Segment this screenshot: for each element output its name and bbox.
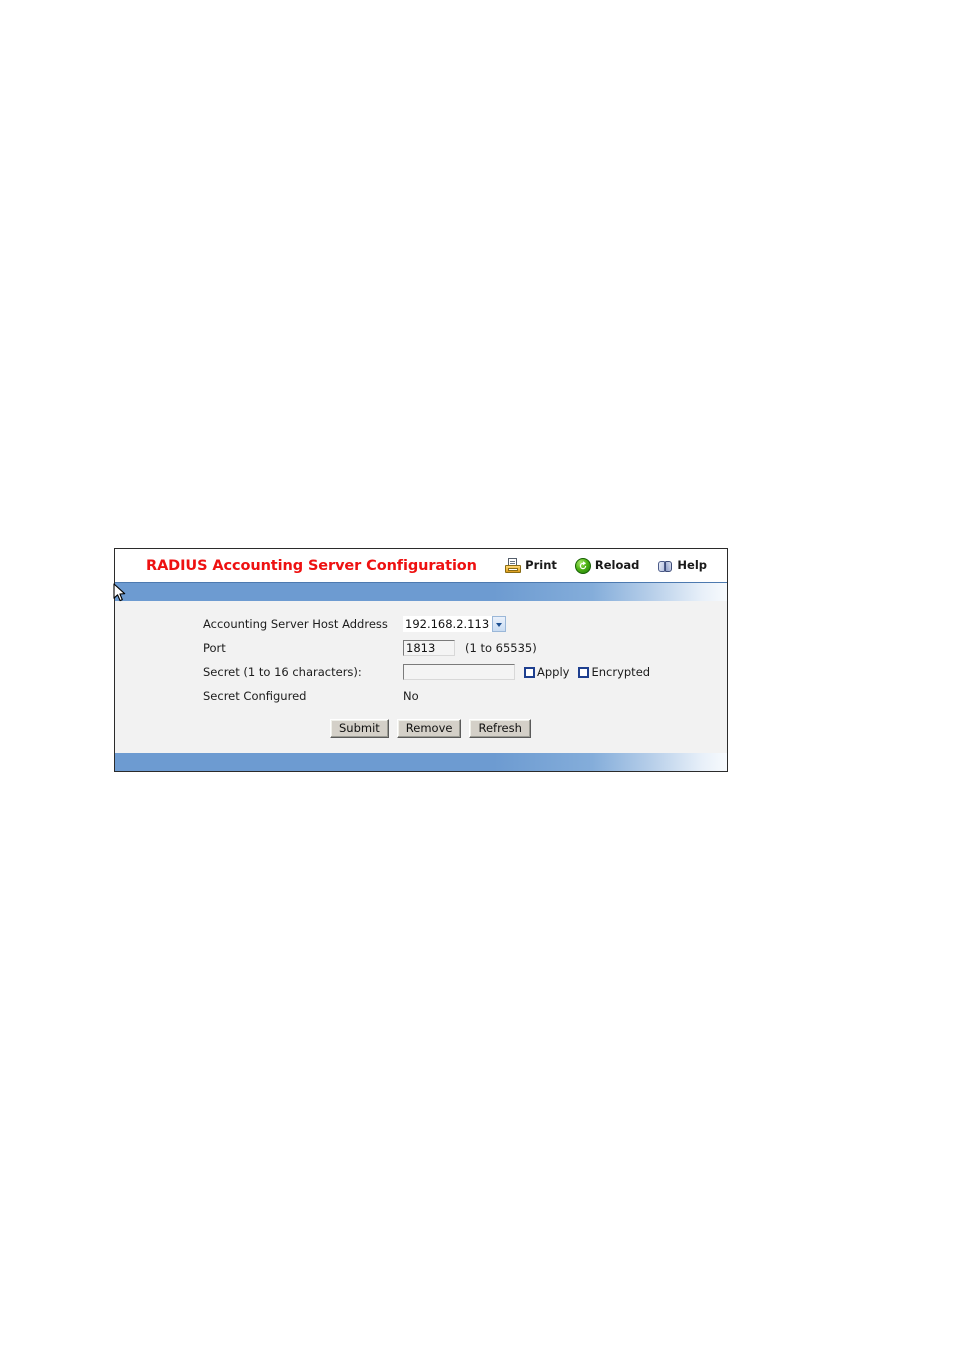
host-address-row: Accounting Server Host Address 192.168.2…	[203, 616, 507, 632]
submit-button[interactable]: Submit	[330, 719, 389, 738]
refresh-button[interactable]: Refresh	[469, 719, 531, 738]
remove-button[interactable]: Remove	[396, 719, 462, 738]
print-button-label: Print	[525, 557, 557, 572]
host-address-label: Accounting Server Host Address	[203, 617, 388, 631]
port-input[interactable]	[403, 640, 455, 656]
encrypted-checkbox-group[interactable]: Encrypted	[578, 665, 650, 679]
help-book-icon	[657, 558, 673, 574]
encrypted-checkbox-label: Encrypted	[591, 665, 651, 679]
chevron-down-icon[interactable]	[492, 616, 507, 632]
printer-icon	[505, 557, 522, 574]
form-actions: Submit Remove Refresh	[330, 719, 531, 738]
help-button-label: Help	[677, 557, 707, 572]
reload-button[interactable]: Reload	[574, 557, 640, 574]
secret-configured-value: No	[403, 689, 419, 703]
secret-row: Secret (1 to 16 characters): Apply Encry…	[203, 664, 650, 680]
footer-accent-bar	[115, 753, 727, 771]
page-title: RADIUS Accounting Server Configuration	[146, 557, 477, 574]
port-range-hint: (1 to 65535)	[465, 641, 537, 655]
configuration-form: Accounting Server Host Address 192.168.2…	[115, 601, 727, 753]
secret-input[interactable]	[403, 664, 515, 680]
secret-configured-label: Secret Configured	[203, 689, 307, 703]
header-accent-bar	[115, 582, 727, 601]
apply-checkbox[interactable]	[524, 666, 535, 678]
port-label: Port	[203, 641, 226, 655]
secret-configured-row: Secret Configured No	[203, 689, 419, 703]
secret-label: Secret (1 to 16 characters):	[203, 665, 362, 679]
encrypted-checkbox[interactable]	[578, 666, 590, 678]
host-address-value: 192.168.2.113	[403, 616, 493, 632]
radius-accounting-config-panel: RADIUS Accounting Server Configuration P…	[114, 548, 728, 772]
host-address-select[interactable]: 192.168.2.113	[403, 616, 507, 632]
reload-icon	[574, 557, 591, 574]
panel-toolbar: Print Reload Help	[505, 557, 713, 574]
print-button[interactable]: Print	[505, 557, 557, 574]
apply-checkbox-label: Apply	[537, 665, 570, 679]
panel-header: RADIUS Accounting Server Configuration P…	[115, 549, 727, 582]
reload-button-label: Reload	[594, 557, 640, 572]
apply-checkbox-group[interactable]: Apply	[524, 665, 569, 679]
help-button[interactable]: Help	[657, 558, 707, 574]
port-row: Port (1 to 65535)	[203, 640, 537, 656]
